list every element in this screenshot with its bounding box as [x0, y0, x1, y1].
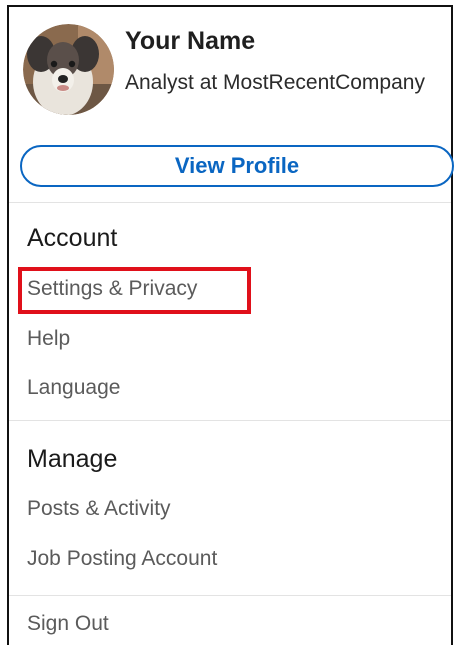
dog-photo-icon: [23, 24, 114, 115]
divider: [9, 420, 451, 421]
profile-avatar[interactable]: [23, 24, 114, 115]
view-profile-button[interactable]: View Profile: [20, 145, 454, 187]
profile-header: Your Name Analyst at MostRecentCompany V…: [9, 7, 454, 202]
menu-item-posts-activity[interactable]: Posts & Activity: [27, 497, 171, 521]
menu-item-sign-out[interactable]: Sign Out: [27, 612, 109, 636]
menu-item-job-posting-account[interactable]: Job Posting Account: [27, 547, 217, 571]
divider: [9, 595, 451, 596]
account-menu-panel: Your Name Analyst at MostRecentCompany V…: [7, 5, 454, 645]
menu-item-help[interactable]: Help: [27, 327, 70, 351]
manage-section-title: Manage: [27, 445, 118, 473]
profile-name: Your Name: [125, 27, 256, 55]
account-section-title: Account: [27, 224, 118, 252]
divider: [9, 202, 451, 203]
profile-headline: Analyst at MostRecentCompany: [125, 71, 425, 94]
highlight-box: [18, 267, 251, 314]
menu-item-language[interactable]: Language: [27, 376, 120, 400]
